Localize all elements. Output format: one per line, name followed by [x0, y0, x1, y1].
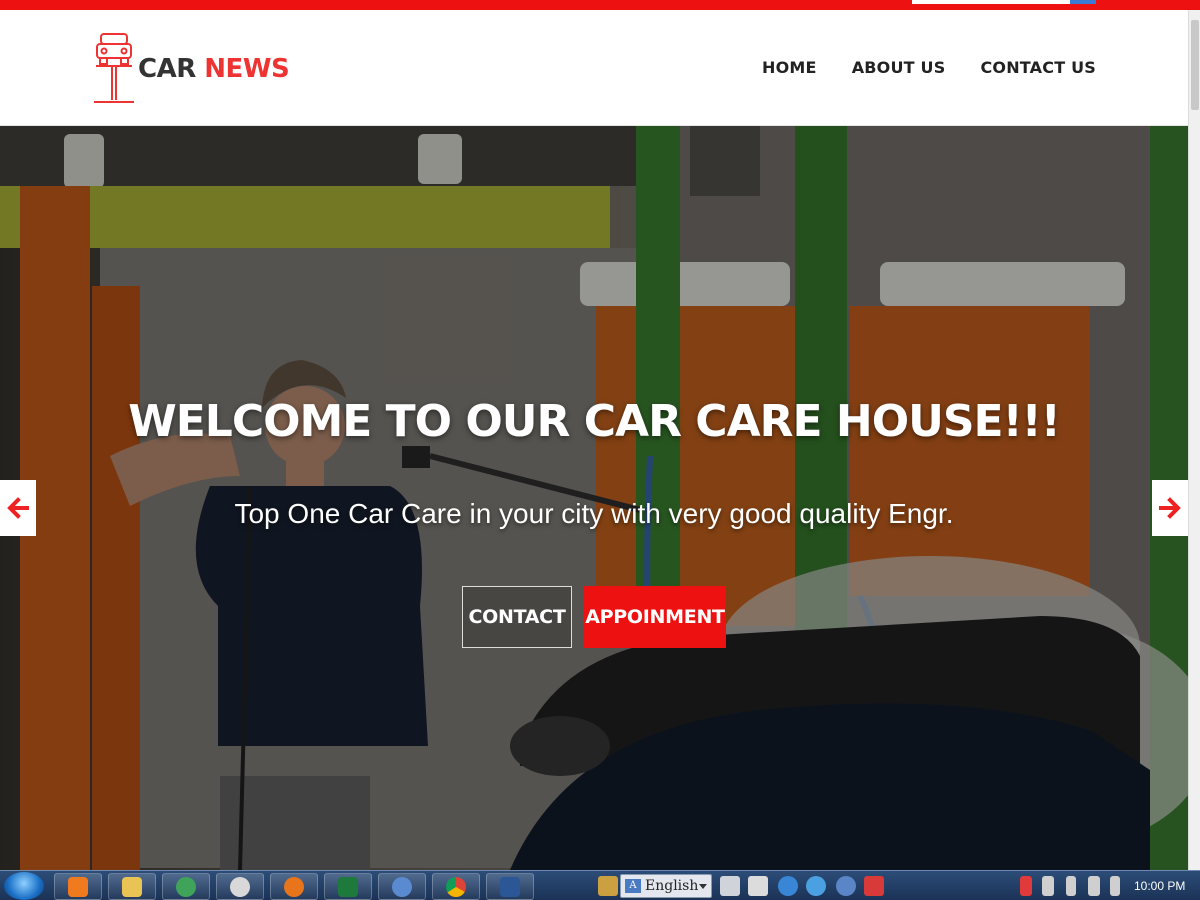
folder-icon: [122, 876, 142, 897]
keyboard-icon[interactable]: [598, 876, 618, 896]
clock[interactable]: 10:00 PM: [1134, 879, 1185, 893]
appointment-button[interactable]: APPOINMENT: [584, 586, 726, 648]
chrome-icon: [446, 876, 466, 897]
close-icon[interactable]: [864, 876, 884, 896]
taskbar-firefox[interactable]: [270, 873, 318, 900]
brand-word-news: NEWS: [204, 54, 290, 84]
language-icon: A: [625, 879, 641, 893]
taskbar-excel[interactable]: [324, 873, 372, 900]
mouse-icon[interactable]: [748, 876, 768, 896]
media-icon: [230, 876, 250, 897]
word-icon: [500, 876, 520, 897]
taskbar-xampp[interactable]: [54, 873, 102, 900]
battery-icon[interactable]: [1066, 876, 1076, 896]
tray-app-icon-2[interactable]: [778, 876, 798, 896]
excel-icon: [338, 876, 358, 897]
tray-app-icon-3[interactable]: [806, 876, 826, 896]
taskbar-app4[interactable]: [216, 873, 264, 900]
car-lift-logo-icon: [94, 33, 134, 103]
app-icon: [176, 876, 196, 897]
taskbar-chrome[interactable]: [432, 873, 480, 900]
brand-name: CAR NEWS: [138, 54, 290, 84]
nav-about-us[interactable]: ABOUT US: [852, 58, 946, 77]
main-nav: HOME ABOUT US CONTACT US: [762, 58, 1096, 77]
taskbar-app7[interactable]: [378, 873, 426, 900]
taskbar-explorer[interactable]: [108, 873, 156, 900]
navbar: CAR NEWS HOME ABOUT US CONTACT US: [0, 10, 1188, 126]
page-scrollbar[interactable]: [1188, 10, 1200, 870]
xampp-icon: [68, 876, 88, 897]
help-icon[interactable]: [836, 876, 856, 896]
top-search-button[interactable]: [1070, 0, 1096, 4]
slider-prev-button[interactable]: [0, 480, 36, 536]
tray-notify-icon[interactable]: [1020, 876, 1032, 896]
firefox-icon: [284, 876, 304, 897]
hero-subtitle: Top One Car Care in your city with very …: [234, 498, 954, 529]
nav-home[interactable]: HOME: [762, 58, 817, 77]
hero-title: WELCOME TO OUR CAR CARE HOUSE!!!: [128, 396, 1061, 447]
globe-icon: [392, 876, 412, 897]
nav-contact-us[interactable]: CONTACT US: [980, 58, 1096, 77]
slider-next-button[interactable]: [1152, 480, 1188, 536]
language-selector[interactable]: A English: [620, 874, 712, 898]
taskbar-word[interactable]: [486, 873, 534, 900]
top-search-input[interactable]: [912, 0, 1070, 4]
brand-word-car: CAR: [138, 54, 196, 84]
logo[interactable]: CAR NEWS: [92, 32, 290, 106]
chevron-down-icon: [699, 884, 707, 889]
tray-arrow-icon[interactable]: [1110, 876, 1120, 896]
language-label: English: [645, 878, 699, 894]
taskbar-app3[interactable]: [162, 873, 210, 900]
contact-button[interactable]: CONTACT: [462, 586, 572, 648]
volume-icon[interactable]: [1088, 876, 1100, 896]
network-icon[interactable]: [1042, 876, 1054, 896]
arrow-left-icon: [7, 497, 29, 519]
start-button[interactable]: [4, 872, 44, 900]
windows-taskbar: A English 10:00 PM: [0, 870, 1200, 900]
scrollbar-thumb[interactable]: [1191, 20, 1199, 110]
arrow-right-icon: [1159, 497, 1181, 519]
tray-app-icon-1[interactable]: [720, 876, 740, 896]
